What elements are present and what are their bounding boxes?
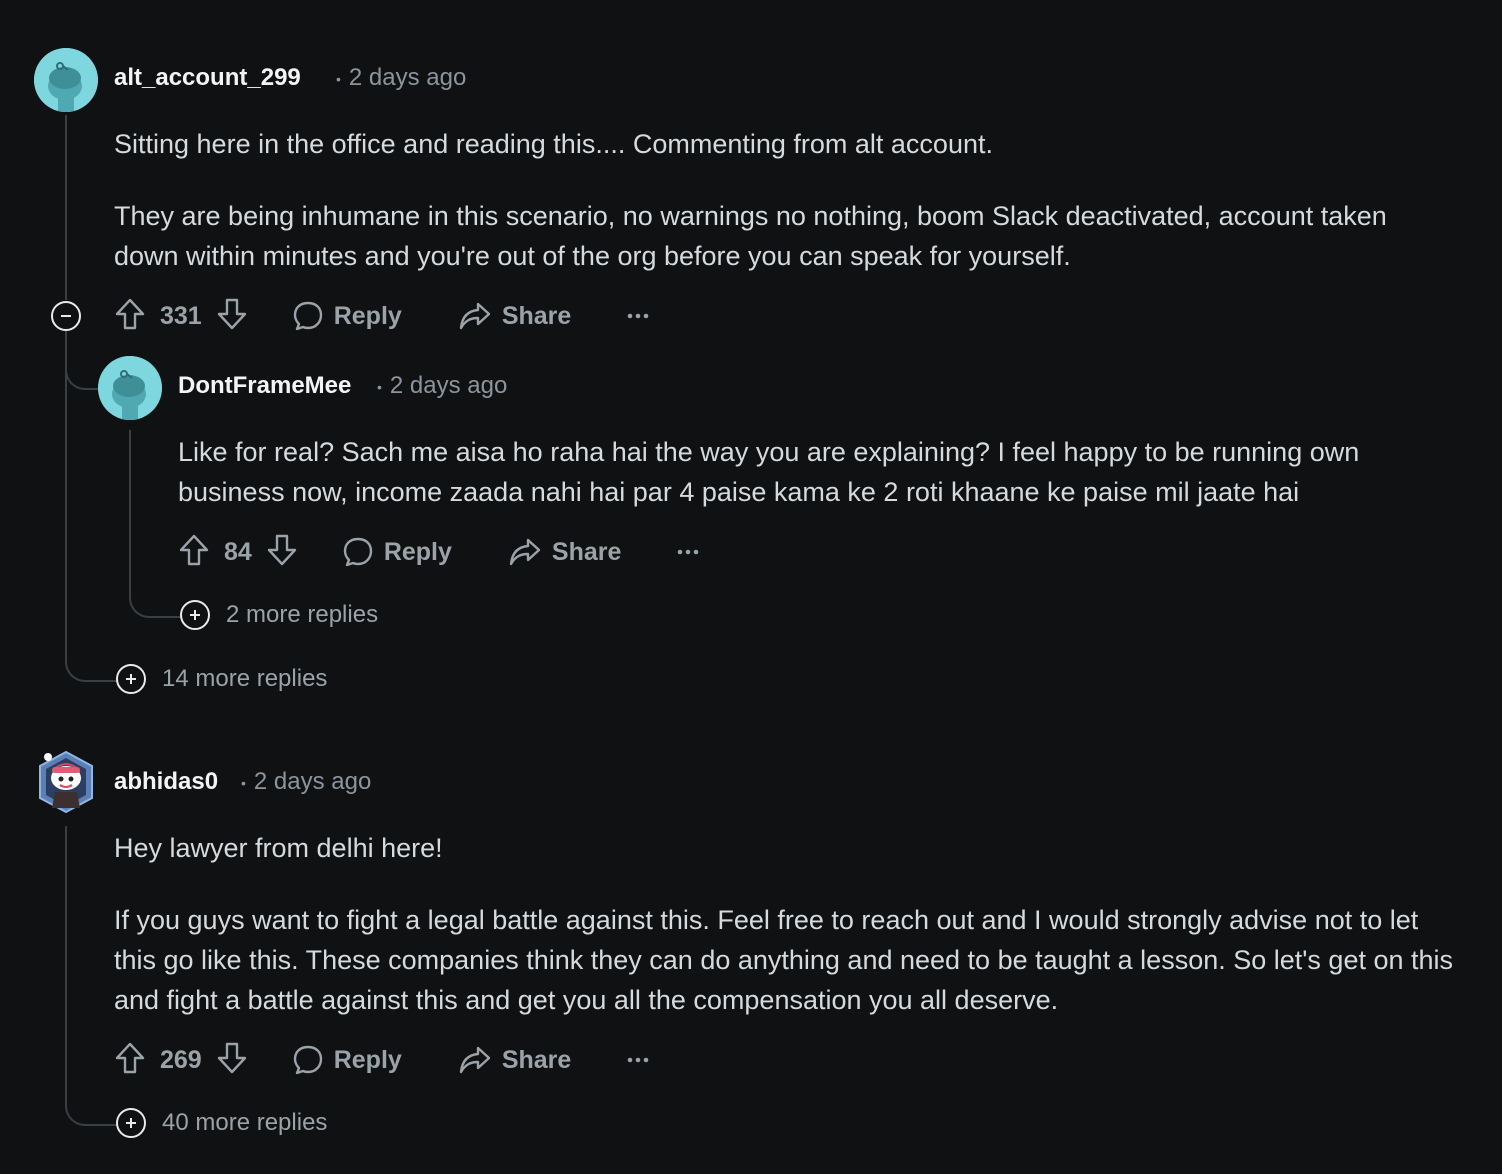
comment-username[interactable]: alt_account_299 [114, 64, 301, 92]
share-label: Share [501, 1045, 572, 1074]
share-arrow-icon [459, 1046, 491, 1074]
comment-timestamp: • 2 days ago [377, 372, 507, 400]
more-replies-button[interactable]: 14 more replies [116, 664, 327, 694]
more-replies-button[interactable]: 40 more replies [116, 1108, 327, 1138]
time-text: 2 days ago [389, 372, 508, 399]
expand-icon [116, 664, 146, 694]
thread-connector [65, 826, 119, 1126]
downvote-icon[interactable] [216, 1041, 248, 1080]
ellipsis-icon [678, 549, 699, 555]
comment-bubble-icon [343, 537, 373, 567]
share-button[interactable]: Share [458, 1045, 571, 1075]
avatar[interactable] [98, 356, 162, 420]
downvote-icon[interactable] [216, 297, 248, 336]
custom-snoo-avatar-icon [39, 750, 93, 814]
meta-separator: • [241, 774, 246, 791]
reply-button[interactable]: Reply [292, 300, 402, 332]
more-options-button[interactable] [627, 1056, 649, 1064]
expand-icon [180, 600, 210, 630]
snoo-avatar-icon [34, 48, 98, 112]
thread-connector [129, 430, 183, 618]
comment-paragraph: Hey lawyer from delhi here! [114, 833, 443, 863]
meta-separator: • [336, 70, 341, 87]
comment-body: Like for real? Sach me aisa ho raha hai … [178, 432, 1458, 512]
comment-paragraph: They are being inhumane in this scenario… [114, 201, 1387, 271]
share-button[interactable]: Share [508, 537, 621, 567]
thread-line [65, 115, 67, 300]
vote-count: 331 [160, 301, 202, 330]
avatar[interactable] [34, 748, 98, 816]
time-text: 2 days ago [348, 64, 467, 91]
share-label: Share [551, 537, 622, 566]
ellipsis-icon [627, 1057, 649, 1063]
comment-username[interactable]: abhidas0 [114, 768, 218, 796]
more-replies-label: 2 more replies [226, 601, 379, 628]
upvote-icon[interactable] [114, 297, 146, 336]
comment-actions: 84 Reply Share [178, 532, 699, 572]
share-label: Share [501, 301, 572, 330]
comment-bubble-icon [293, 301, 322, 331]
more-options-button[interactable] [627, 312, 649, 320]
comment-actions: 331 Reply Share [114, 296, 649, 336]
thread-line [65, 826, 67, 1026]
comment-timestamp: • 2 days ago [241, 768, 371, 796]
comment-actions: 269 Reply Share [114, 1040, 649, 1080]
vote-count: 269 [160, 1045, 202, 1074]
comment-paragraph: Sitting here in the office and reading t… [114, 129, 993, 159]
reply-label: Reply [333, 1045, 402, 1074]
reply-label: Reply [383, 537, 452, 566]
share-arrow-icon [509, 538, 541, 566]
comment-paragraph: Like for real? Sach me aisa ho raha hai … [178, 437, 1360, 507]
comment-body: Hey lawyer from delhi here! If you guys … [114, 828, 1464, 1020]
share-arrow-icon [459, 302, 491, 330]
expand-icon [116, 1108, 146, 1138]
minus-icon [61, 315, 71, 317]
more-options-button[interactable] [677, 548, 699, 556]
reply-button[interactable]: Reply [292, 1044, 402, 1076]
reply-label: Reply [333, 301, 402, 330]
more-replies-button[interactable]: 2 more replies [180, 600, 378, 630]
avatar[interactable] [34, 48, 98, 112]
comment-bubble-icon [293, 1045, 322, 1075]
comment-timestamp: • 2 days ago [336, 64, 466, 92]
more-replies-label: 40 more replies [162, 1109, 328, 1136]
thread-line [129, 430, 131, 530]
comment-body: Sitting here in the office and reading t… [114, 124, 1454, 276]
downvote-icon[interactable] [266, 533, 298, 572]
meta-separator: • [377, 378, 382, 395]
vote-count: 84 [224, 537, 252, 566]
upvote-icon[interactable] [178, 533, 210, 572]
upvote-icon[interactable] [114, 1041, 146, 1080]
share-button[interactable]: Share [458, 301, 571, 331]
comment-username[interactable]: DontFrameMee [178, 372, 351, 400]
comment-paragraph: If you guys want to fight a legal battle… [114, 905, 1454, 1015]
reply-button[interactable]: Reply [342, 536, 452, 568]
more-replies-label: 14 more replies [162, 665, 328, 692]
time-text: 2 days ago [253, 768, 372, 795]
ellipsis-icon [627, 313, 649, 319]
snoo-avatar-icon [98, 356, 162, 420]
collapse-thread-button[interactable] [51, 301, 81, 331]
